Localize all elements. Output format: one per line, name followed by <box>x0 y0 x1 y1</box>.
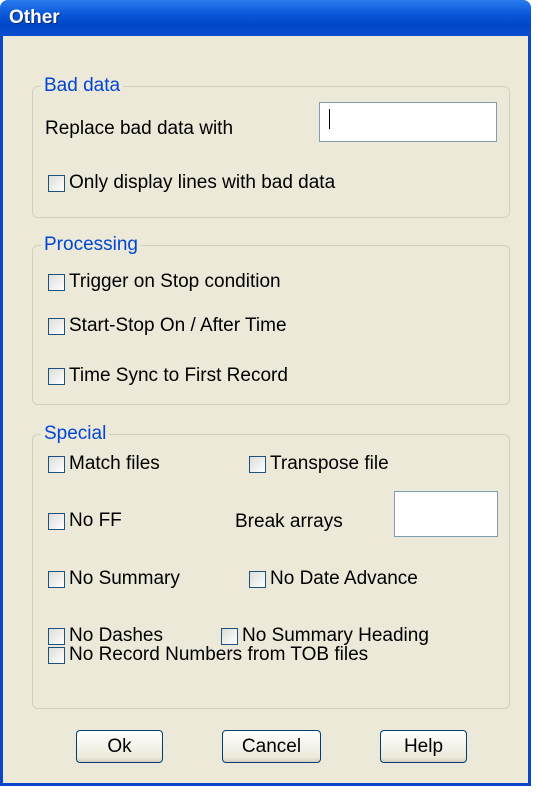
no-ff-label: No FF <box>69 510 122 531</box>
start-stop-option[interactable]: Start-Stop On / After Time <box>48 315 287 337</box>
replace-bad-data-label: Replace bad data with <box>45 118 234 139</box>
no-dashes-checkbox[interactable] <box>48 627 65 645</box>
no-summary-label: No Summary <box>69 568 180 589</box>
trigger-on-stop-option[interactable]: Trigger on Stop condition <box>48 271 281 293</box>
time-sync-checkbox[interactable] <box>48 367 65 385</box>
no-ff-checkbox[interactable] <box>48 512 65 530</box>
bad-data-group: Bad data Replace bad data with Only disp… <box>32 75 510 218</box>
trigger-on-stop-checkbox[interactable] <box>48 273 65 291</box>
no-summary-heading-checkbox[interactable] <box>221 627 238 645</box>
cancel-button[interactable]: Cancel <box>222 730 321 763</box>
other-dialog: Other Bad data Replace bad data with Onl… <box>0 0 531 786</box>
only-display-bad-lines-option[interactable]: Only display lines with bad data <box>48 172 335 194</box>
time-sync-label: Time Sync to First Record <box>69 365 288 386</box>
only-display-bad-lines-checkbox[interactable] <box>48 174 65 192</box>
text-caret <box>329 109 330 129</box>
special-legend: Special <box>41 423 110 445</box>
no-ff-option[interactable]: No FF <box>48 510 122 532</box>
no-summary-option[interactable]: No Summary <box>48 568 180 590</box>
replace-bad-data-input[interactable] <box>319 102 497 142</box>
transpose-file-checkbox[interactable] <box>249 455 266 473</box>
dialog-title: Other <box>9 7 60 28</box>
no-summary-checkbox[interactable] <box>48 570 65 588</box>
no-date-advance-label: No Date Advance <box>270 568 418 589</box>
no-record-numbers-checkbox[interactable] <box>48 646 65 664</box>
bad-data-legend: Bad data <box>41 75 124 97</box>
transpose-file-label: Transpose file <box>270 453 389 474</box>
start-stop-checkbox[interactable] <box>48 317 65 335</box>
processing-legend: Processing <box>41 234 141 256</box>
match-files-checkbox[interactable] <box>48 455 65 473</box>
break-arrays-input[interactable] <box>394 491 498 537</box>
start-stop-label: Start-Stop On / After Time <box>69 315 287 336</box>
no-date-advance-checkbox[interactable] <box>249 570 266 588</box>
break-arrays-label: Break arrays <box>235 511 343 532</box>
match-files-label: Match files <box>69 453 160 474</box>
time-sync-option[interactable]: Time Sync to First Record <box>48 365 288 387</box>
processing-group: Processing Trigger on Stop condition Sta… <box>32 234 510 405</box>
transpose-file-option[interactable]: Transpose file <box>249 453 389 475</box>
ok-button[interactable]: Ok <box>76 730 163 763</box>
title-bar[interactable]: Other <box>0 0 531 36</box>
trigger-on-stop-label: Trigger on Stop condition <box>69 271 281 292</box>
no-record-numbers-label: No Record Numbers from TOB files <box>69 644 369 665</box>
no-record-numbers-option[interactable]: No Record Numbers from TOB files <box>48 644 368 666</box>
only-display-bad-lines-label: Only display lines with bad data <box>69 172 336 193</box>
special-group: Special Match files Transpose file No FF… <box>32 423 510 709</box>
help-button[interactable]: Help <box>380 730 467 763</box>
match-files-option[interactable]: Match files <box>48 453 160 475</box>
no-date-advance-option[interactable]: No Date Advance <box>249 568 418 590</box>
